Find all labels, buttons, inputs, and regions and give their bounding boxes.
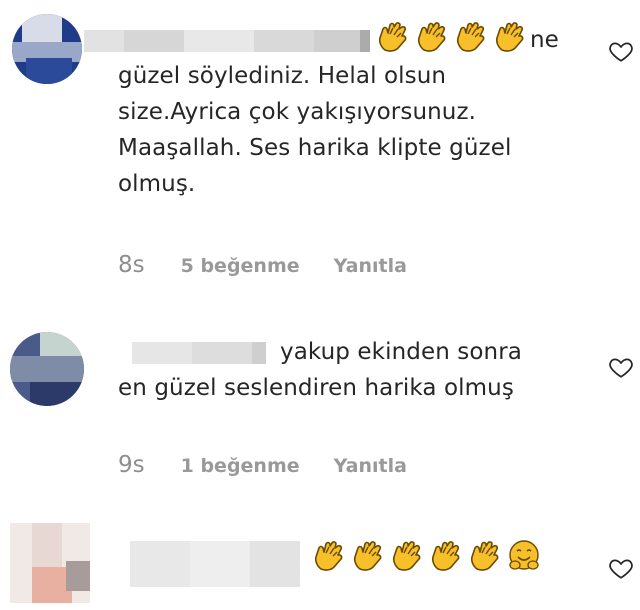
comment-item: ne güzel söylediniz. Helal olsun size.Ay… — [0, 0, 640, 300]
hugging-face-icon — [507, 539, 541, 573]
emoji-group — [312, 539, 541, 573]
clap-icon — [454, 20, 488, 54]
username-blurred[interactable] — [84, 30, 370, 52]
avatar[interactable] — [12, 14, 82, 84]
comment-item: yakup ekinden sonra en güzel seslendiren… — [0, 320, 640, 500]
comment-meta: 8s 5 beğenme Yanıtla — [118, 252, 407, 278]
likes-count-button[interactable]: 1 beğenme — [181, 455, 300, 477]
reply-button[interactable]: Yanıtla — [334, 455, 407, 477]
clap-icon — [312, 539, 346, 573]
comment-text: güzel söylediniz. Helal olsun size.Ayric… — [118, 63, 512, 197]
clap-icon — [351, 539, 385, 573]
clap-icon — [376, 20, 410, 54]
comment-time: 8s — [118, 252, 145, 278]
clap-icon — [429, 539, 463, 573]
reply-button[interactable]: Yanıtla — [334, 255, 407, 277]
avatar[interactable] — [10, 523, 90, 603]
heart-icon[interactable] — [608, 354, 634, 380]
emoji-group — [376, 20, 527, 54]
clap-icon — [493, 20, 527, 54]
clap-icon — [415, 20, 449, 54]
comment-text: yakup ekinden sonra en güzel seslendiren… — [118, 339, 522, 401]
comment-item — [0, 515, 640, 610]
avatar[interactable] — [10, 332, 84, 406]
username-blurred[interactable] — [130, 541, 300, 587]
clap-icon — [468, 539, 502, 573]
comment-time: 9s — [118, 452, 145, 478]
comment-text-start: ne — [530, 27, 559, 53]
comment-meta: 9s 1 beğenme Yanıtla — [118, 452, 407, 478]
likes-count-button[interactable]: 5 beğenme — [181, 255, 300, 277]
heart-icon[interactable] — [608, 555, 634, 581]
clap-icon — [390, 539, 424, 573]
heart-icon[interactable] — [608, 38, 634, 64]
